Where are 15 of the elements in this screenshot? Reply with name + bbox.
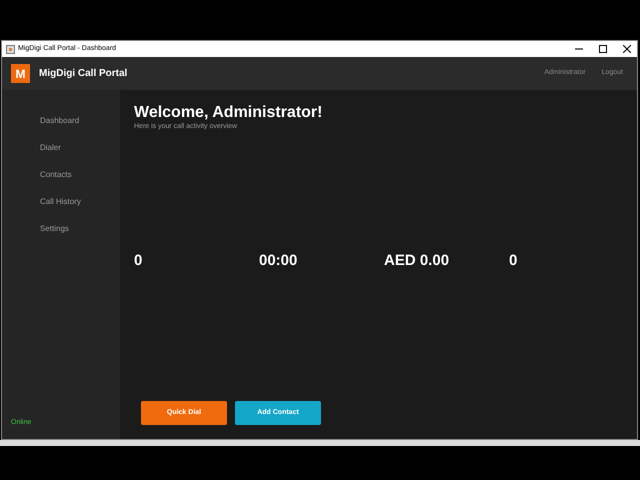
sidebar-item[interactable]: Dashboard	[2, 107, 120, 134]
maximize-icon[interactable]	[599, 45, 607, 53]
close-icon[interactable]	[623, 45, 631, 53]
sidebar-item[interactable]: Contacts	[2, 161, 120, 188]
stat-value: 00:00	[259, 250, 298, 270]
app-icon	[6, 44, 15, 54]
stat-value: 0	[509, 250, 518, 270]
logo-badge: M	[11, 64, 30, 83]
stat-value: AED 0.00	[384, 250, 450, 270]
app-name: MigDigi Call Portal	[39, 67, 128, 81]
welcome-heading: Welcome, Administrator!	[134, 104, 324, 122]
sidebar-item[interactable]: Settings	[2, 215, 120, 242]
sidebar-item[interactable]: Dialer	[2, 134, 120, 161]
stat-value: 0	[134, 250, 144, 270]
sidebar-item[interactable]: Call History	[2, 188, 120, 215]
